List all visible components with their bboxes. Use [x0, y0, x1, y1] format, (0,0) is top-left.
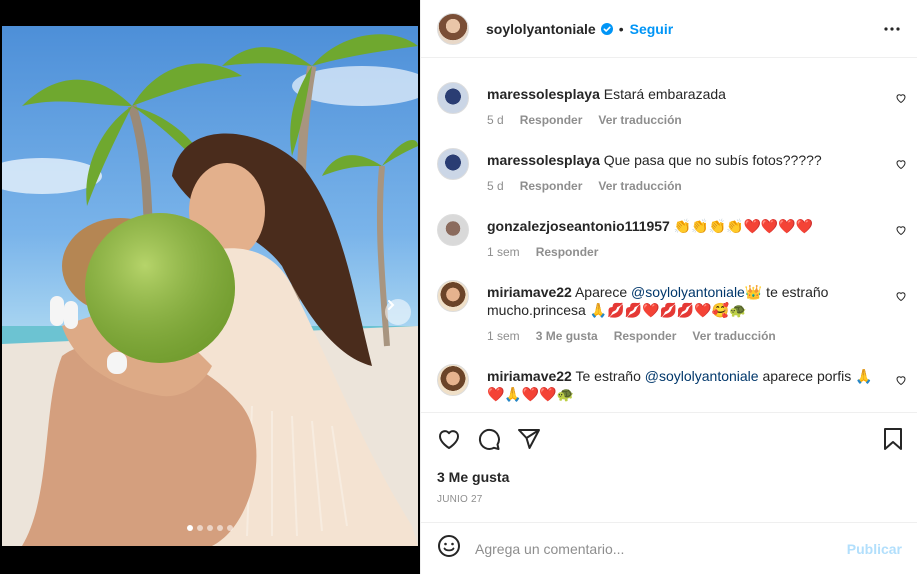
add-comment-bar: Publicar	[421, 522, 917, 574]
reply-button[interactable]: Responder	[520, 111, 583, 129]
comment-text: 👏👏👏👏❤️❤️❤️❤️	[673, 218, 814, 234]
see-translation-button[interactable]: Ver traducción	[598, 177, 681, 195]
mention-link[interactable]: @soylolyantoniale	[645, 368, 759, 384]
commenter-avatar[interactable]	[437, 148, 469, 180]
commenter-username[interactable]: miriamave22	[487, 368, 572, 384]
like-comment-heart-icon[interactable]	[895, 91, 907, 109]
comment-bubble-icon[interactable]	[477, 427, 501, 456]
share-send-icon[interactable]	[517, 427, 541, 456]
carousel-indicator	[2, 525, 418, 531]
carousel-dot	[217, 525, 223, 531]
action-icons	[437, 427, 541, 456]
follow-button[interactable]: Seguir	[630, 21, 674, 37]
reply-button[interactable]: Responder	[520, 177, 583, 195]
comment-age: 5 d	[487, 179, 504, 193]
post-side-panel: soylolyantoniale • Seguir maressolesplay…	[420, 0, 917, 574]
header-separator: •	[618, 20, 624, 37]
carousel-next-button[interactable]	[385, 299, 411, 325]
comment-age: 1 sem	[487, 245, 520, 259]
like-comment-heart-icon[interactable]	[895, 223, 907, 241]
likes-count[interactable]: 3 Me gusta	[437, 469, 509, 485]
author-username[interactable]: soylolyantoniale	[486, 21, 596, 37]
comment-body: miriamave22 Aparece @soylolyantoniale👑 t…	[487, 283, 877, 345]
commenter-avatar[interactable]	[437, 364, 469, 396]
comment-age: 1 sem	[487, 329, 520, 343]
more-options-icon[interactable]	[883, 20, 901, 43]
see-translation-button[interactable]: Ver traducción	[598, 111, 681, 129]
comment-meta: 1 sem 3 Me gusta Responder Ver traducció…	[487, 327, 877, 345]
comment-text: Que pasa que no subís fotos?????	[603, 152, 822, 168]
comment-text: Estará embarazada	[603, 86, 726, 102]
comment-body: gonzalezjoseantonio111957 👏👏👏👏❤️❤️❤️❤️ 1…	[487, 217, 877, 261]
commenter-avatar[interactable]	[437, 82, 469, 114]
carousel-dot	[207, 525, 213, 531]
like-comment-heart-icon[interactable]	[895, 373, 907, 391]
beach-photo-illustration	[2, 34, 418, 546]
post-header: soylolyantoniale • Seguir	[421, 0, 917, 58]
post-date: JUNIO 27	[437, 494, 483, 505]
comment-input[interactable]	[475, 540, 847, 557]
mention-link[interactable]: @soylolyantoniale	[631, 284, 745, 300]
publish-button[interactable]: Publicar	[847, 541, 902, 557]
reply-button[interactable]: Responder	[614, 327, 677, 345]
comment-body: maressolesplaya Estará embarazada 5 d Re…	[487, 85, 877, 129]
comment-age: 5 d	[487, 113, 504, 127]
emoji-smiley-icon[interactable]	[437, 534, 461, 563]
comment-text: Aparece	[574, 284, 628, 300]
chevron-right-icon	[388, 300, 395, 310]
comment-text: Te estraño	[575, 368, 641, 384]
like-heart-icon[interactable]	[437, 427, 461, 456]
carousel-dot	[187, 525, 193, 531]
comments-list[interactable]: maressolesplaya Estará embarazada 5 d Re…	[421, 59, 917, 411]
carousel-dot	[197, 525, 203, 531]
comment-meta: 5 d Responder Ver traducción	[487, 177, 877, 195]
comment-body: maressolesplaya Que pasa que no subís fo…	[487, 151, 877, 195]
author-avatar[interactable]	[437, 12, 469, 45]
commenter-username[interactable]: gonzalezjoseantonio111957	[487, 218, 670, 234]
commenter-username[interactable]: maressolesplaya	[487, 86, 600, 102]
like-comment-heart-icon[interactable]	[895, 157, 907, 175]
post-media	[0, 0, 420, 574]
comment-meta: 1 sem Responder	[487, 243, 877, 261]
post-photo[interactable]	[2, 26, 418, 546]
verified-badge-icon	[600, 22, 613, 35]
see-translation-button[interactable]: Ver traducción	[692, 327, 775, 345]
post-actions: 3 Me gusta JUNIO 27	[421, 412, 917, 522]
like-comment-heart-icon[interactable]	[895, 289, 907, 307]
comment-meta: 5 d Responder Ver traducción	[487, 111, 877, 129]
comment-likes[interactable]: 3 Me gusta	[536, 327, 598, 345]
commenter-username[interactable]: miriamave22	[487, 284, 572, 300]
save-bookmark-icon[interactable]	[882, 427, 904, 456]
commenter-username[interactable]: maressolesplaya	[487, 152, 600, 168]
commenter-avatar[interactable]	[437, 280, 469, 312]
comment-body: miriamave22 Te estraño @soylolyantoniale…	[487, 367, 877, 403]
reply-button[interactable]: Responder	[536, 243, 599, 261]
commenter-avatar[interactable]	[437, 214, 469, 246]
carousel-dot	[227, 525, 233, 531]
